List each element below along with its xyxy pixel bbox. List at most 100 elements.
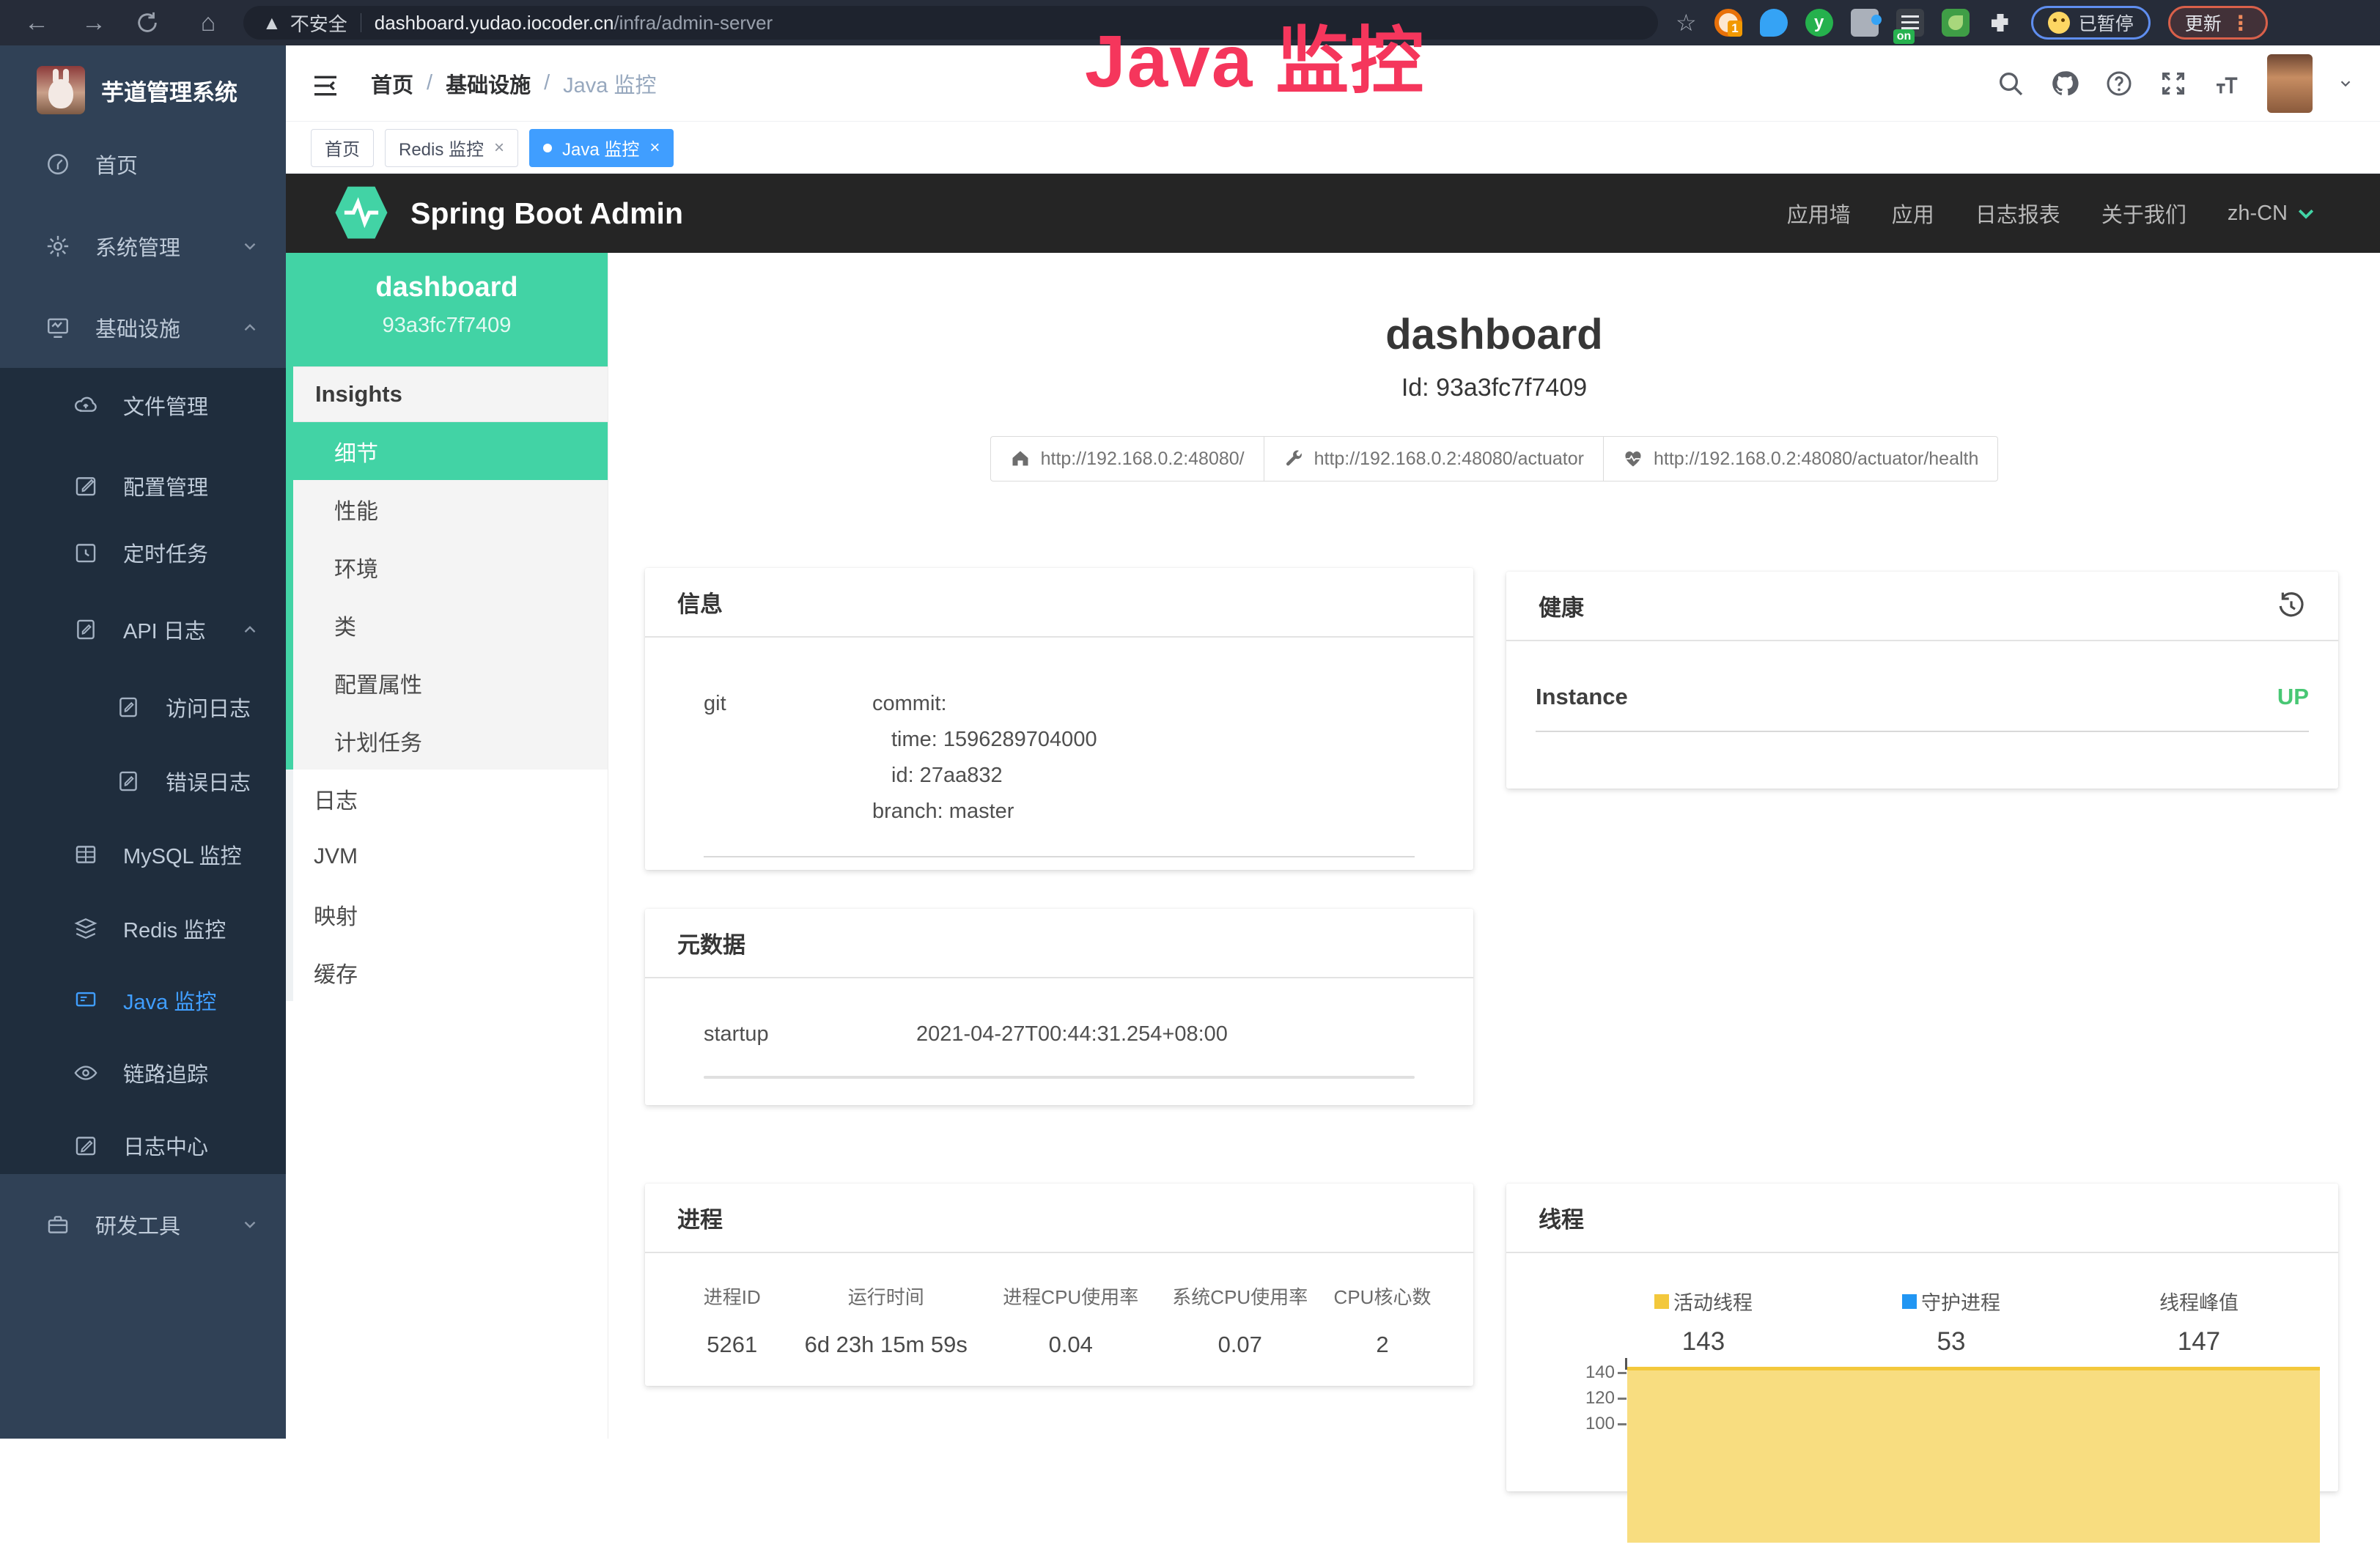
process-col-system-cpu: 系统CPU使用率: [1160, 1283, 1322, 1310]
process-pid-value: 5261: [674, 1332, 790, 1358]
y-axis-tickmark: [1618, 1372, 1626, 1374]
browser-back-icon[interactable]: ←: [21, 10, 53, 35]
y-axis-tickmark: [1618, 1398, 1626, 1400]
spring-boot-admin-logo-icon: [334, 183, 388, 243]
sba-nav-wall[interactable]: 应用墙: [1787, 198, 1851, 229]
cpu-count-value: 2: [1321, 1332, 1444, 1358]
active-threads-area-series: [1627, 1367, 2320, 1543]
sba-nav-applications[interactable]: 应用: [1892, 198, 1934, 229]
profile-paused-pill[interactable]: 已暂停: [2031, 6, 2151, 40]
bookmark-star-icon[interactable]: ☆: [1676, 9, 1697, 37]
fullscreen-icon[interactable]: [2159, 69, 2188, 98]
sidebar-item-java-monitor[interactable]: Java 监控: [0, 980, 286, 1021]
process-panel-title: 进程: [645, 1184, 1473, 1253]
sidebar-item-dev-tools[interactable]: 研发工具: [0, 1204, 286, 1245]
endpoint-button-group: http://192.168.0.2:48080/ http://192.168…: [608, 436, 2380, 481]
tab-redis-monitor[interactable]: Redis 监控 ×: [385, 129, 518, 167]
browser-update-button[interactable]: 更新 ⋮: [2168, 6, 2268, 40]
url-path: /infra/admin-server: [614, 12, 773, 34]
sba-nav-journal[interactable]: 日志报表: [1975, 198, 2060, 229]
endpoint-health-button[interactable]: http://192.168.0.2:48080/actuator/health: [1603, 436, 1998, 481]
metadata-key: startup: [704, 1022, 916, 1047]
sidebar-item-config-management[interactable]: 配置管理: [0, 465, 286, 506]
sba-sidebar-item-environment[interactable]: 环境: [293, 538, 608, 596]
chevron-down-icon: [2295, 202, 2317, 224]
text-size-icon[interactable]: [2213, 69, 2242, 98]
sidebar-item-redis-monitor[interactable]: Redis 监控: [0, 908, 286, 949]
sba-nav-about[interactable]: 关于我们: [2101, 198, 2186, 229]
sidebar-item-file-management[interactable]: 文件管理: [0, 385, 286, 426]
extension-green-y-icon[interactable]: y: [1805, 9, 1833, 37]
extension-pin-icon[interactable]: [1760, 9, 1788, 37]
sidebar-item-tracing[interactable]: 链路追踪: [0, 1052, 286, 1093]
instance-name: dashboard: [286, 272, 608, 303]
instance-id: 93a3fc7f7409: [286, 314, 608, 338]
breadcrumb-separator: /: [427, 71, 432, 95]
sidebar-item-infrastructure[interactable]: 基础设施: [0, 307, 286, 348]
tab-home[interactable]: 首页: [311, 129, 374, 167]
extension-orange-icon[interactable]: 1: [1714, 9, 1742, 37]
extension-switch-icon[interactable]: on: [1896, 9, 1924, 37]
paused-label: 已暂停: [2079, 10, 2134, 36]
edit-square-icon: [73, 473, 98, 498]
extensions-puzzle-icon[interactable]: [1987, 10, 2014, 36]
help-question-icon[interactable]: [2104, 69, 2134, 98]
eye-icon: [73, 1060, 98, 1085]
breadcrumb-infrastructure[interactable]: 基础设施: [446, 68, 531, 99]
system-cpu-value: 0.07: [1160, 1332, 1322, 1358]
endpoint-actuator-button[interactable]: http://192.168.0.2:48080/actuator: [1264, 436, 1604, 481]
close-icon[interactable]: ×: [649, 138, 660, 158]
sba-sidebar-item-metrics[interactable]: 性能: [293, 480, 608, 538]
tab-java-monitor[interactable]: Java 监控 ×: [529, 129, 674, 167]
legend-yellow-swatch-icon: [1654, 1294, 1669, 1309]
sba-header: Spring Boot Admin 应用墙 应用 日志报表 关于我们 zh-CN: [286, 174, 2380, 253]
sba-sidebar-item-details[interactable]: 细节: [293, 422, 608, 480]
sidebar-item-scheduled-jobs[interactable]: 定时任务: [0, 532, 286, 573]
chevron-up-icon: [240, 620, 259, 639]
chevron-down-icon: [240, 1215, 259, 1234]
sidebar-item-api-logs[interactable]: API 日志: [0, 609, 286, 650]
sba-sidebar-item-config-props[interactable]: 配置属性: [293, 654, 608, 712]
browser-forward-icon[interactable]: →: [78, 10, 110, 35]
close-icon[interactable]: ×: [494, 138, 504, 158]
browser-home-icon[interactable]: ⌂: [192, 10, 224, 35]
search-icon[interactable]: [1996, 69, 2025, 98]
sba-sidebar-item-classes[interactable]: 类: [293, 596, 608, 654]
active-threads-value: 143: [1580, 1327, 1827, 1357]
sidebar-item-home[interactable]: 首页: [0, 144, 286, 185]
process-uptime-value: 6d 23h 15m 59s: [790, 1332, 983, 1358]
github-icon[interactable]: [2050, 69, 2079, 98]
health-panel-title: 健康: [1539, 589, 1584, 622]
address-bar[interactable]: ▲ 不安全 dashboard.yudao.iocoder.cn/infra/a…: [243, 6, 1658, 40]
extension-grid-icon[interactable]: [1851, 9, 1879, 37]
avatar-caret-down-icon[interactable]: [2337, 75, 2354, 92]
sidebar-item-mysql-monitor[interactable]: MySQL 监控: [0, 834, 286, 875]
page-annotation: Java 监控: [1085, 1, 1425, 108]
row-divider: [704, 1076, 1415, 1079]
sidebar-item-log-center[interactable]: 日志中心: [0, 1125, 286, 1166]
history-icon[interactable]: [2277, 591, 2306, 621]
endpoint-home-button[interactable]: http://192.168.0.2:48080/: [990, 436, 1264, 481]
browser-reload-icon[interactable]: [135, 10, 167, 35]
hamburger-icon[interactable]: [311, 71, 340, 96]
wrench-icon: [1283, 449, 1304, 469]
sba-sidebar-item-mappings[interactable]: 映射: [293, 885, 608, 943]
user-avatar[interactable]: [2267, 54, 2313, 113]
browser-menu-icon[interactable]: ⋮: [2230, 11, 2251, 35]
row-divider: [704, 856, 1415, 857]
sidebar-item-error-logs[interactable]: 错误日志: [0, 761, 286, 802]
legend-daemon-threads-label: 守护进程: [1921, 1287, 2000, 1315]
chevron-down-icon: [240, 237, 259, 256]
sidebar-item-access-logs[interactable]: 访问日志: [0, 687, 286, 728]
legend-blue-swatch-icon: [1902, 1294, 1917, 1309]
extension-leaf-icon[interactable]: [1942, 9, 1970, 37]
sba-sidebar-item-jvm[interactable]: JVM: [293, 827, 608, 885]
sba-sidebar-item-scheduled-tasks[interactable]: 计划任务: [293, 712, 608, 770]
metadata-value: 2021-04-27T00:44:31.254+08:00: [916, 1022, 1228, 1047]
sba-sidebar-item-logs[interactable]: 日志: [293, 770, 608, 827]
sba-locale-select[interactable]: zh-CN: [2228, 202, 2317, 226]
breadcrumb-home[interactable]: 首页: [371, 68, 413, 99]
sba-sidebar-item-caches[interactable]: 缓存: [293, 943, 608, 1001]
threads-chart: 140 120 100: [1550, 1359, 2320, 1550]
sidebar-item-system-management[interactable]: 系统管理: [0, 226, 286, 267]
